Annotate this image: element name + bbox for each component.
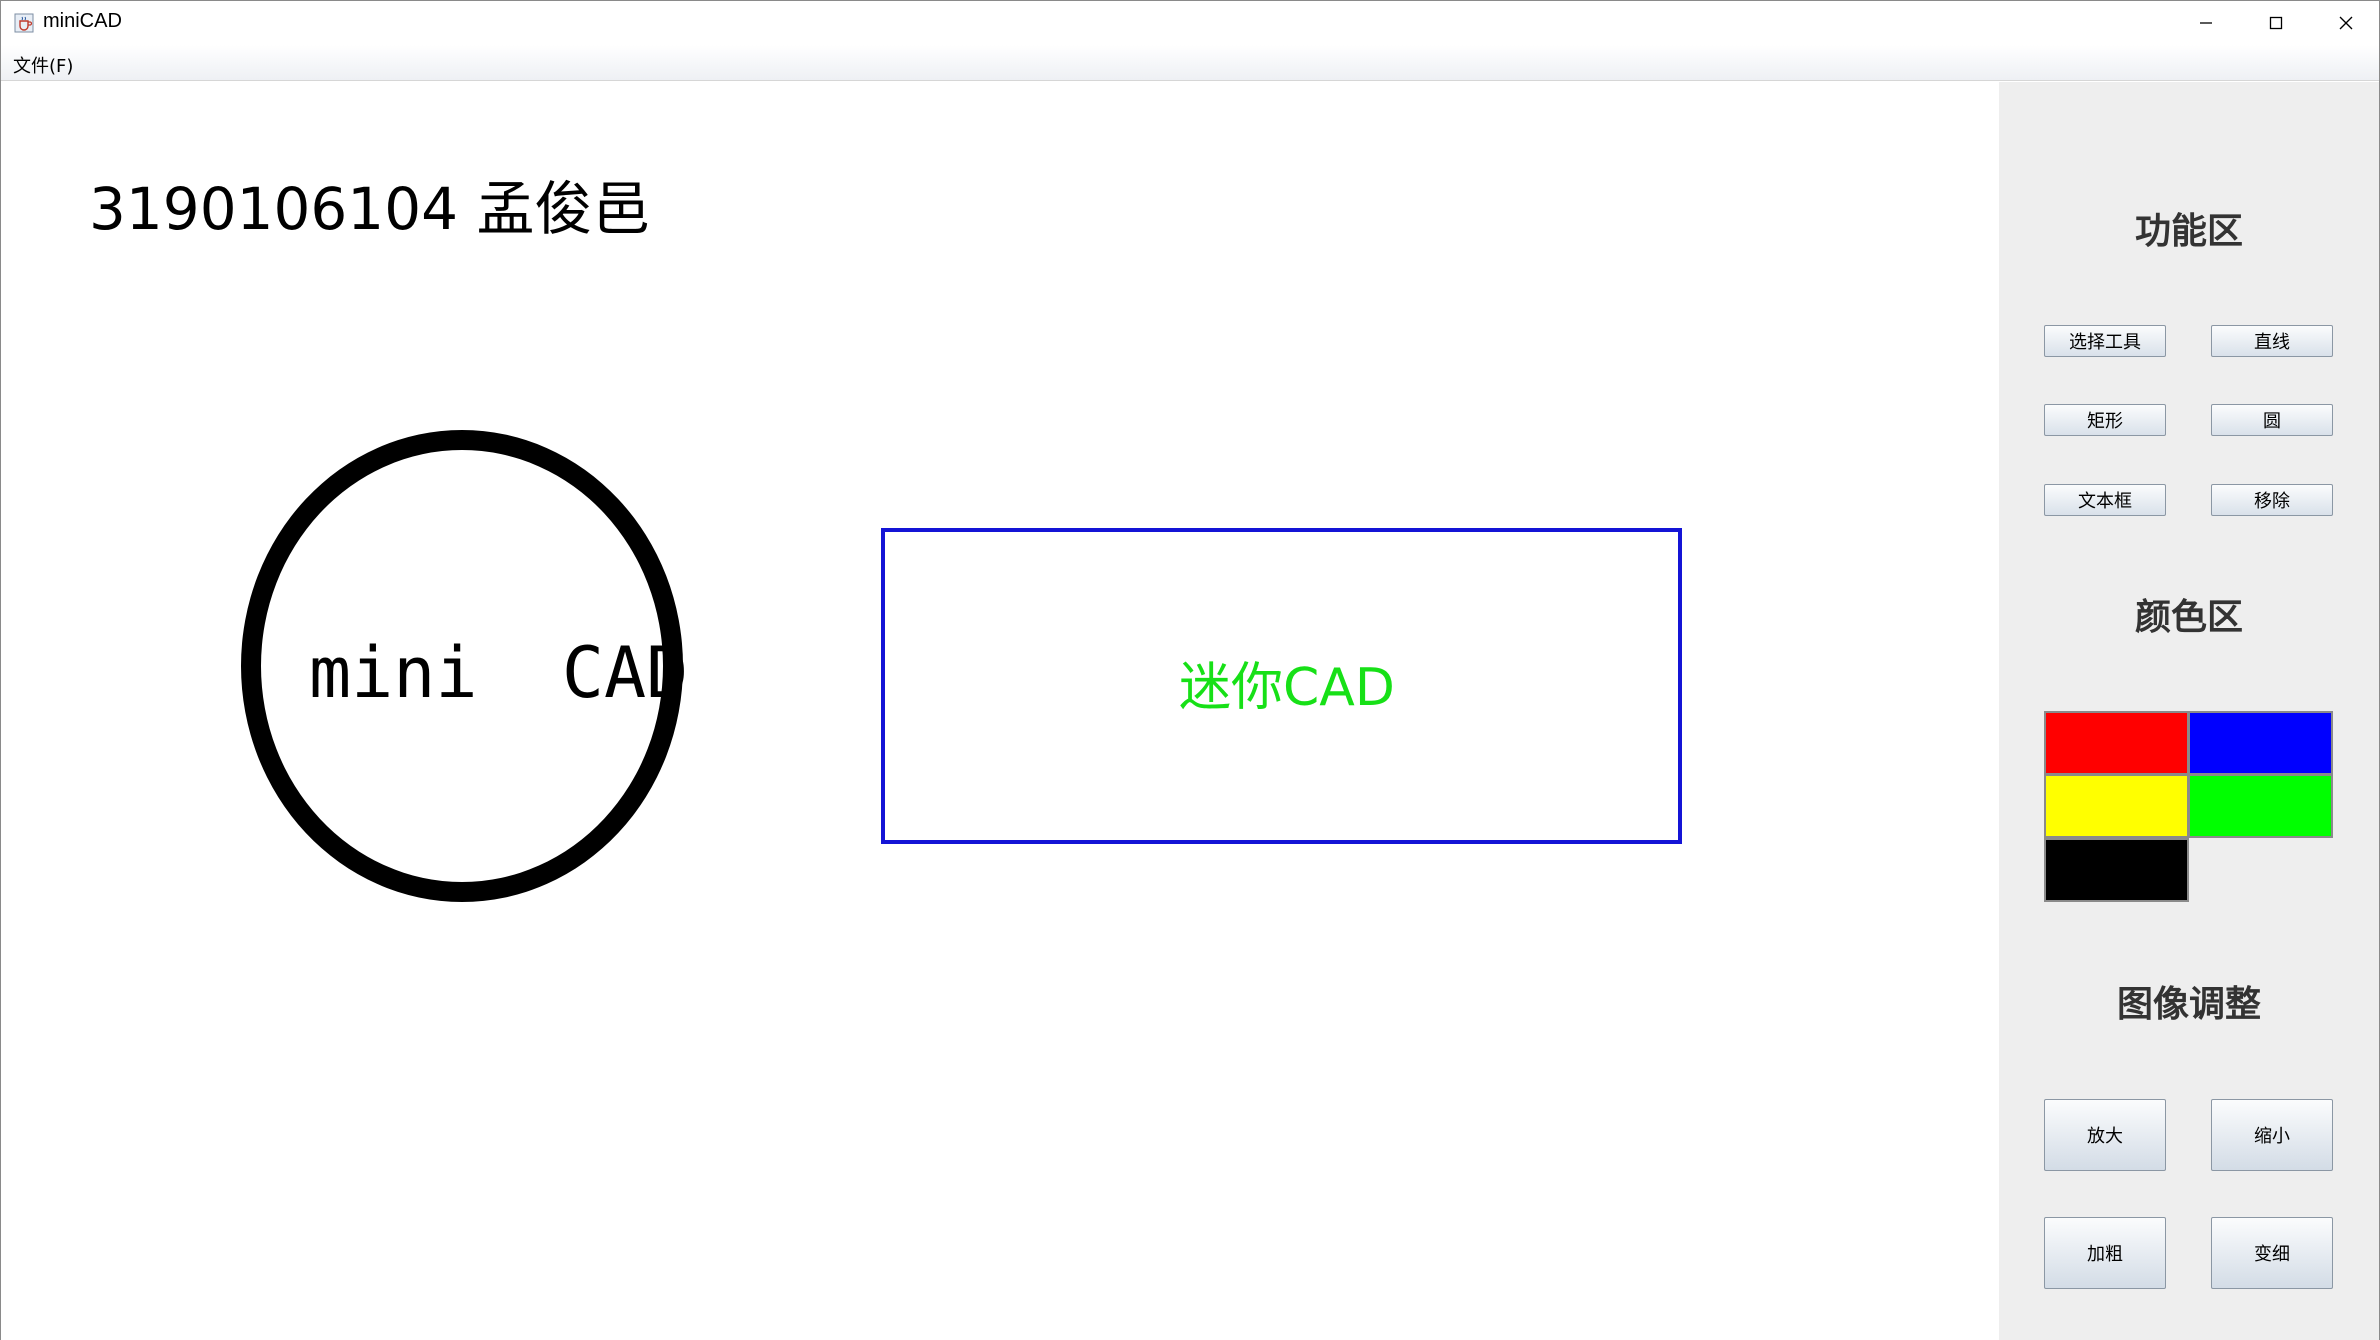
thicken-button[interactable]: 加粗 xyxy=(2044,1217,2166,1289)
circle-text[interactable]: mini CAD xyxy=(309,632,688,714)
color-swatch-black[interactable] xyxy=(2044,838,2189,902)
menu-bar: 文件(F) xyxy=(1,45,2379,81)
title-bar[interactable]: miniCAD xyxy=(1,1,2379,45)
close-button[interactable] xyxy=(2311,1,2380,45)
color-section-title: 颜色区 xyxy=(2134,597,2243,638)
color-swatch-green[interactable] xyxy=(2188,774,2333,838)
maximize-button[interactable] xyxy=(2241,1,2311,45)
java-cup-icon xyxy=(13,12,35,34)
color-swatch-blue[interactable] xyxy=(2188,711,2333,775)
remove-button[interactable]: 移除 xyxy=(2211,484,2333,516)
line-tool-button[interactable]: 直线 xyxy=(2211,325,2333,357)
minimize-icon xyxy=(2200,22,2212,24)
window-title: miniCAD xyxy=(43,10,122,32)
color-swatch-yellow[interactable] xyxy=(2044,774,2189,838)
drawing-canvas[interactable]: 3190106104 孟俊邑 mini CAD 迷你CAD xyxy=(1,82,1999,1340)
zoom-out-button[interactable]: 缩小 xyxy=(2211,1099,2333,1171)
close-icon xyxy=(2339,16,2353,30)
maximize-icon xyxy=(2269,16,2283,30)
app-window: miniCAD 文件(F) 3190106104 孟俊邑 mini CAD 迷你… xyxy=(0,0,2380,1340)
thin-button[interactable]: 变细 xyxy=(2211,1217,2333,1289)
tool-panel: 功能区 选择工具 直线 矩形 圆 文本框 移除 颜色区 图像调整 放大 缩小 加… xyxy=(1999,82,2379,1340)
function-section-title: 功能区 xyxy=(2134,211,2243,252)
zoom-in-button[interactable]: 放大 xyxy=(2044,1099,2166,1171)
textbox-tool-button[interactable]: 文本框 xyxy=(2044,484,2166,516)
rectangle-tool-button[interactable]: 矩形 xyxy=(2044,404,2166,436)
minimize-button[interactable] xyxy=(2171,1,2241,45)
circle-tool-button[interactable]: 圆 xyxy=(2211,404,2333,436)
select-tool-button[interactable]: 选择工具 xyxy=(2044,325,2166,357)
menu-file[interactable]: 文件(F) xyxy=(13,52,73,78)
student-id-label[interactable]: 3190106104 孟俊邑 xyxy=(89,162,650,246)
color-swatch-red[interactable] xyxy=(2044,711,2189,775)
rectangle-text[interactable]: 迷你CAD xyxy=(1179,645,1395,720)
adjust-section-title: 图像调整 xyxy=(2116,984,2261,1025)
